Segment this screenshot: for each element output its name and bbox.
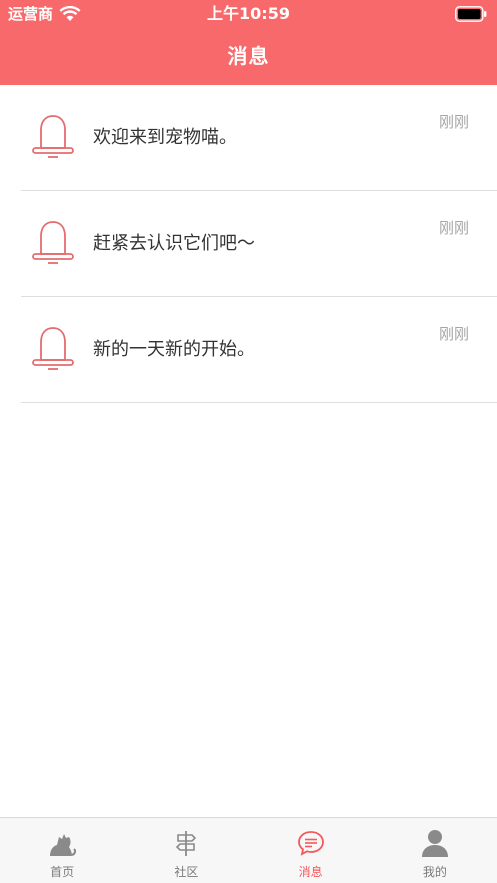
bell-icon: [32, 327, 74, 370]
tab-community[interactable]: 社区: [124, 818, 248, 883]
status-time: 上午10:59: [207, 4, 290, 23]
tab-label: 消息: [298, 865, 323, 879]
tab-label: 我的: [422, 865, 447, 879]
signpost-icon: [176, 831, 197, 856]
chat-icon: [297, 831, 324, 856]
message-time: 刚刚: [438, 113, 469, 131]
message-time: 刚刚: [438, 325, 469, 343]
message-list: 欢迎来到宠物喵。 刚刚 赶紧去认识它们吧～ 刚刚 新的一天新的开始。 刚刚: [0, 85, 497, 403]
bell-icon: [32, 115, 74, 158]
header-bar: 运营商 上午10:59 消息: [0, 0, 497, 85]
message-item[interactable]: 新的一天新的开始。 刚刚: [21, 297, 497, 403]
message-item[interactable]: 欢迎来到宠物喵。 刚刚: [21, 85, 497, 191]
screen: 运营商 上午10:59 消息 欢迎来到宠物喵。 刚刚 赶紧去认识它们吧～ 刚刚 …: [0, 0, 497, 883]
page-title: 消息: [227, 44, 270, 68]
message-text: 欢迎来到宠物喵。: [93, 127, 237, 148]
tab-label: 社区: [174, 865, 199, 879]
user-icon: [421, 830, 448, 857]
tab-label: 首页: [50, 865, 75, 879]
tab-profile[interactable]: 我的: [373, 818, 497, 883]
bell-icon: [32, 221, 74, 264]
message-text: 赶紧去认识它们吧～: [93, 233, 255, 254]
tab-bar: 首页 社区 消息 我的: [0, 817, 497, 883]
tab-messages[interactable]: 消息: [249, 818, 373, 883]
message-time: 刚刚: [438, 219, 469, 237]
battery-icon: [455, 6, 487, 22]
tab-home[interactable]: 首页: [0, 818, 124, 883]
cat-icon: [50, 834, 77, 856]
message-text: 新的一天新的开始。: [93, 339, 255, 360]
status-bar: 运营商 上午10:59: [0, 0, 497, 28]
message-item[interactable]: 赶紧去认识它们吧～ 刚刚: [21, 191, 497, 297]
